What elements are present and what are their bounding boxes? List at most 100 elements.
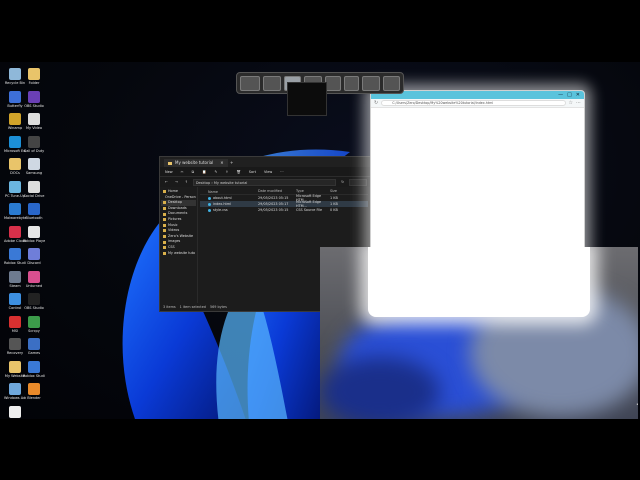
app-icon (28, 383, 40, 395)
file-rows: about.html 29/05/2023 05:15 Microsoft Edge… (200, 194, 368, 213)
desktop-icon[interactable]: Roblox Player (23, 225, 45, 250)
file-icon (28, 113, 40, 125)
folder-icon (28, 338, 40, 350)
app-icon (9, 383, 21, 395)
file-name: about.html (213, 196, 232, 200)
explorer-ribbon: New ✂ ⧉ 📋 ✎ ⇪ 🗑 Sort View ··· (160, 167, 370, 177)
column-name[interactable]: Name (200, 189, 258, 194)
preview-browser-page (368, 247, 590, 317)
desktop-icon[interactable]: Social Drive (23, 180, 45, 205)
explorer-tabbar: My website tutorial ✕ + (160, 157, 370, 167)
desktop-icons: Recycle Bin Folder Butterfly OBS Studio Wina… (0, 62, 56, 419)
desktop-icon-label: Roblox Studio (23, 373, 45, 378)
rename-icon[interactable]: ✎ (212, 169, 219, 175)
preview-blur (320, 357, 440, 419)
desktop-icon-label: Games (27, 351, 41, 355)
desktop-icon-label: Unturned (25, 283, 43, 288)
desktop-icon[interactable]: Scrcpy (23, 315, 45, 340)
desktop-icon[interactable]: OBS Studio (23, 293, 45, 317)
nav-item[interactable]: My website tuto (161, 251, 196, 257)
desktop-preview-window: • (320, 247, 638, 419)
desktop-icon[interactable]: Samsung (23, 158, 45, 182)
status-size: 569 bytes (209, 305, 227, 309)
refresh-icon[interactable]: ↻ (374, 99, 378, 108)
desktop-icon[interactable]: Call of Duty (23, 135, 45, 160)
paste-icon[interactable]: 📋 (200, 169, 208, 175)
copy-icon[interactable]: ⧉ (190, 169, 197, 175)
folder-icon (163, 190, 166, 194)
search-input[interactable] (349, 178, 367, 186)
desktop-icon[interactable]: Discord (23, 248, 45, 272)
snap-layout-slot[interactable] (344, 75, 360, 91)
letterbox-bottom (0, 419, 640, 480)
app-icon (9, 225, 21, 238)
explorer-tab-label: My website tutorial (175, 160, 214, 165)
favorites-icon[interactable]: ☆ (569, 99, 573, 108)
up-icon[interactable]: ↑ (183, 179, 190, 185)
desktop-icon-label: OBS Studio (24, 103, 44, 108)
more-icon[interactable]: ⋯ (576, 99, 581, 108)
column-size[interactable]: Size (330, 189, 350, 194)
snap-layout-slot[interactable] (240, 75, 260, 91)
minimize-icon[interactable]: — (558, 91, 563, 99)
browser-toolbar: ↻ C:/Users/Zero/Desktop/My%20website%20t… (371, 99, 584, 108)
desktop-icon[interactable]: Games (23, 338, 45, 362)
app-icon (9, 338, 21, 350)
desktop-icon[interactable]: Bluetooth (23, 203, 45, 227)
desktop: Recycle Bin Folder Butterfly OBS Studio Wina… (0, 62, 640, 419)
address-bar[interactable]: Desktop › My website tutorial (192, 178, 337, 186)
desktop-icon-label: Social Drive (23, 193, 45, 198)
folder-icon (163, 240, 166, 244)
desktop-icon[interactable]: audio.mp3 (4, 405, 26, 419)
desktop-icon-label: Bluetooth (25, 216, 43, 220)
snap-layout-slot[interactable] (262, 75, 281, 91)
delete-icon[interactable]: 🗑 (234, 169, 242, 175)
app-icon (28, 90, 40, 103)
status-item-count: 3 items (163, 305, 176, 309)
snap-layout-slot[interactable] (324, 75, 342, 91)
file-icon (208, 208, 211, 212)
snap-layout-slot[interactable] (383, 75, 400, 91)
refresh-icon[interactable]: ↻ (339, 179, 346, 185)
more-button[interactable]: ··· (278, 169, 285, 175)
resize-handle-icon[interactable]: • (636, 402, 638, 408)
nav-item-label: My website tuto (168, 250, 196, 255)
file-row[interactable]: style.css 29/05/2023 05:15 CSS Source File… (200, 207, 368, 213)
view-button[interactable]: View (262, 169, 274, 175)
desktop-icon[interactable]: OBS Studio (23, 90, 45, 115)
file-name-cell: about.html (200, 196, 258, 200)
explorer-tab[interactable]: My website tutorial ✕ (164, 159, 228, 167)
explorer-address-row: ← → ↑ Desktop › My website tutorial ↻ (160, 177, 370, 187)
folder-icon (163, 212, 166, 216)
back-icon[interactable]: ← (163, 179, 170, 185)
snap-layout-slot[interactable] (362, 75, 381, 91)
folder-icon (163, 229, 166, 233)
app-icon (28, 248, 40, 260)
app-icon (28, 203, 40, 215)
recycle-bin-icon (9, 68, 21, 80)
sort-button[interactable]: Sort (247, 169, 258, 175)
address-bar[interactable]: C:/Users/Zero/Desktop/My%20website%20tut… (381, 100, 566, 106)
forward-icon[interactable]: → (173, 179, 180, 185)
close-icon[interactable]: ✕ (220, 159, 223, 167)
folder-icon (163, 218, 166, 222)
desktop-icon-label: My Video (25, 126, 42, 130)
folder-icon (28, 68, 40, 80)
app-icon (9, 293, 21, 305)
folder-icon (163, 251, 166, 255)
share-icon[interactable]: ⇪ (223, 169, 230, 175)
folder-icon (163, 235, 166, 239)
new-button[interactable]: New (163, 169, 175, 175)
desktop-icon[interactable]: Unturned (23, 270, 45, 295)
app-icon (9, 90, 21, 103)
cut-icon[interactable]: ✂ (179, 169, 186, 175)
desktop-icon[interactable]: Roblox Studio (23, 360, 45, 385)
desktop-icon[interactable]: My Video (23, 113, 45, 137)
desktop-icon[interactable]: Folder (23, 68, 45, 92)
column-date[interactable]: Date modified (258, 189, 296, 194)
folder-icon (9, 360, 21, 373)
desktop-icon-label: Roblox Player (23, 238, 45, 243)
desktop-icon[interactable]: Blender (23, 383, 45, 407)
edge-icon (9, 135, 21, 148)
new-tab-button[interactable]: + (228, 159, 236, 167)
